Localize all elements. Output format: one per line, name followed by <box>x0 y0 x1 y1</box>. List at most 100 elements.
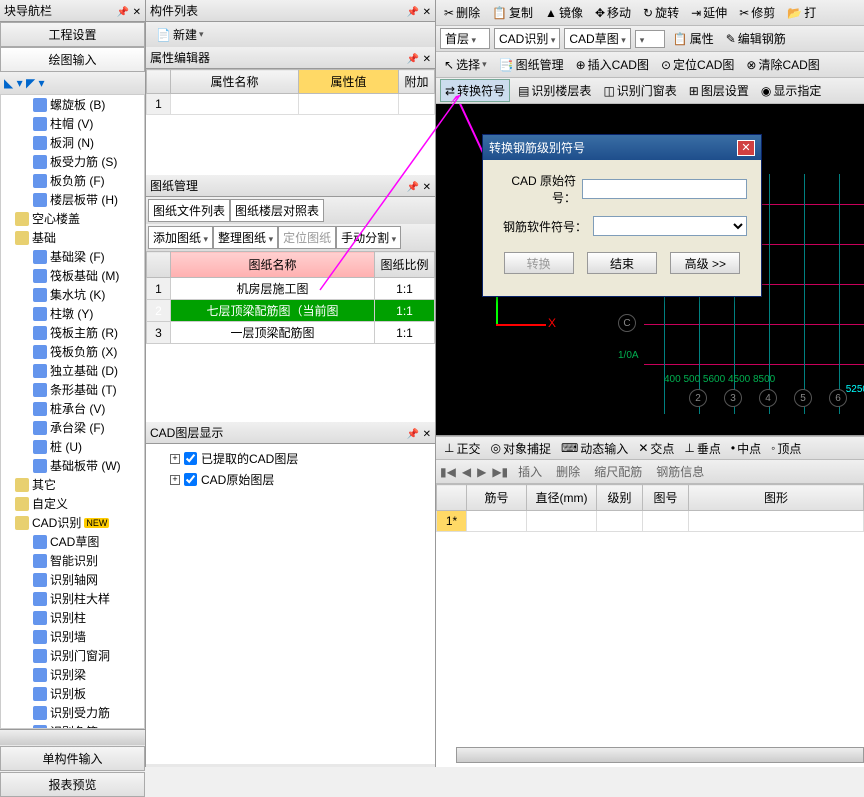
btn-manual-split[interactable]: 手动分割 <box>336 226 401 249</box>
sel-cad-draft[interactable]: CAD草图 <box>564 28 630 49</box>
tree-item[interactable]: 识别负筋 <box>1 722 144 729</box>
tree-item[interactable]: 筏板基础 (M) <box>1 266 144 285</box>
btn-dlg-convert[interactable]: 转换 <box>504 252 574 274</box>
bottom-hscroll[interactable] <box>456 747 864 763</box>
layer-extracted[interactable]: +已提取的CAD图层 <box>154 448 427 469</box>
tree-item[interactable]: 基础板带 (W) <box>1 456 144 475</box>
nav-prev-icon[interactable]: ◀ <box>462 465 471 479</box>
btn-vert[interactable]: ⊥ 垂点 <box>680 438 724 459</box>
tree-item[interactable]: 识别板 <box>1 684 144 703</box>
tree-item[interactable]: 识别梁 <box>1 665 144 684</box>
rb-col-pic[interactable]: 图号 <box>643 485 689 511</box>
btn-props[interactable]: 📋 属性 <box>669 28 718 49</box>
tree-item[interactable]: 基础 <box>1 228 144 247</box>
tree-tb-ic2[interactable]: ◤ ▾ <box>26 76 45 90</box>
tree-item[interactable]: 识别轴网 <box>1 570 144 589</box>
tree-item[interactable]: 识别墙 <box>1 627 144 646</box>
cad-viewport[interactable]: A B C 2 3 4 5 6 400 500 5600 4500 8500 4… <box>436 104 864 436</box>
table-row[interactable]: 2七层顶梁配筋图（当前图1:1 <box>147 300 435 322</box>
rb-cell[interactable] <box>597 511 643 532</box>
rb-col-shape[interactable]: 图形 <box>689 485 864 511</box>
pin-icon[interactable] <box>117 4 129 18</box>
prop-cell-value[interactable] <box>298 94 398 115</box>
layer-cb[interactable] <box>184 452 197 465</box>
btn-organize[interactable]: 整理图纸 <box>213 226 278 249</box>
btn-edit-rebar[interactable]: ✎ 编辑钢筋 <box>722 28 790 49</box>
rb-col-grade[interactable]: 级别 <box>597 485 643 511</box>
new-button[interactable]: 📄 新建 <box>152 24 208 45</box>
tree-item[interactable]: 空心楼盖 <box>1 209 144 228</box>
btn-ortho[interactable]: ⊥ 正交 <box>440 438 484 459</box>
btn-mid[interactable]: • 中点 <box>727 438 765 459</box>
rb-cell[interactable] <box>527 511 597 532</box>
btn-delete[interactable]: ✂ 删除 <box>440 2 484 23</box>
pin-icon[interactable] <box>407 426 419 440</box>
btn-peak[interactable]: ◦ 顶点 <box>767 438 805 459</box>
plus-icon[interactable]: + <box>170 454 180 464</box>
btn-rb-delete[interactable]: 删除 <box>552 461 584 482</box>
btn-rec-door[interactable]: ◫ 识别门窗表 <box>599 80 680 101</box>
btn-layer-set[interactable]: ⊞ 图层设置 <box>685 80 753 101</box>
btn-dyn[interactable]: ⌨ 动态输入 <box>557 438 632 459</box>
tree-item[interactable]: 螺旋板 (B) <box>1 95 144 114</box>
btn-snap[interactable]: ◎ 对象捕捉 <box>486 438 555 459</box>
sel-rebar-symbol[interactable] <box>593 216 747 236</box>
prop-cell-name[interactable] <box>171 94 299 115</box>
btn-mirror[interactable]: ▲ 镜像 <box>541 2 587 23</box>
close-icon[interactable] <box>423 426 431 440</box>
rb-cell[interactable] <box>467 511 527 532</box>
btn-rotate[interactable]: ↻ 旋转 <box>639 2 683 23</box>
tree-item[interactable]: 楼层板带 (H) <box>1 190 144 209</box>
tree-item[interactable]: 柱墩 (Y) <box>1 304 144 323</box>
close-icon[interactable] <box>423 179 431 193</box>
btn-rb-info[interactable]: 钢筋信息 <box>652 461 708 482</box>
tree-item[interactable]: 智能识别 <box>1 551 144 570</box>
btn-rb-scale[interactable]: 缩尺配筋 <box>590 461 646 482</box>
prop-col-name[interactable]: 属性名称 <box>171 70 299 94</box>
tab-engineering[interactable]: 工程设置 <box>0 22 145 47</box>
tree-item[interactable]: 承台梁 (F) <box>1 418 144 437</box>
tab-draw-input[interactable]: 绘图输入 <box>0 47 145 72</box>
sel-floor[interactable]: 首层 <box>440 28 490 49</box>
nav-hscroll[interactable] <box>0 729 145 745</box>
prop-cell-extra[interactable] <box>399 94 435 115</box>
btn-show-spec[interactable]: ◉ 显示指定 <box>757 80 826 101</box>
btn-locate-cad[interactable]: ⊙ 定位CAD图 <box>657 54 738 75</box>
rb-col-dia[interactable]: 直径(mm) <box>527 485 597 511</box>
tree-tb-ic1[interactable]: ◣ ▾ <box>4 76 23 90</box>
layer-cb[interactable] <box>184 473 197 486</box>
pin-icon[interactable] <box>407 51 419 65</box>
tree-item[interactable]: 识别柱大样 <box>1 589 144 608</box>
nav-first-icon[interactable]: ▮◀ <box>440 465 456 479</box>
table-row[interactable]: 3一层顶梁配筋图1:1 <box>147 322 435 344</box>
btn-locate[interactable]: 定位图纸 <box>278 226 336 249</box>
table-row[interactable]: 1机房层施工图1:1 <box>147 278 435 300</box>
tree-item[interactable]: 独立基础 (D) <box>1 361 144 380</box>
btn-convert-symbol[interactable]: ⇄ 转换符号 <box>440 79 510 102</box>
tab-report-preview[interactable]: 报表预览 <box>0 772 145 797</box>
btn-draw-mgmt[interactable]: 📑 图纸管理 <box>495 54 568 75</box>
btn-trim[interactable]: ✂ 修剪 <box>735 2 779 23</box>
tree-item[interactable]: 板负筋 (F) <box>1 171 144 190</box>
prop-col-value[interactable]: 属性值 <box>298 70 398 94</box>
tree-item[interactable]: 筏板负筋 (X) <box>1 342 144 361</box>
tree-item[interactable]: 基础梁 (F) <box>1 247 144 266</box>
close-icon[interactable] <box>423 4 431 18</box>
btn-select[interactable]: ↖ 选择 <box>440 54 491 75</box>
btn-extend[interactable]: ⇥ 延伸 <box>687 2 731 23</box>
draw-col-scale[interactable]: 图纸比例 <box>375 252 435 278</box>
layer-original[interactable]: +CAD原始图层 <box>154 469 427 490</box>
tree-item[interactable]: 桩 (U) <box>1 437 144 456</box>
btn-insert-cad[interactable]: ⊕ 插入CAD图 <box>572 54 653 75</box>
btn-clear-cad[interactable]: ⊗ 清除CAD图 <box>742 54 823 75</box>
close-icon[interactable] <box>133 4 141 18</box>
close-icon[interactable] <box>423 51 431 65</box>
btn-dlg-end[interactable]: 结束 <box>587 252 657 274</box>
tab-floor-map[interactable]: 图纸楼层对照表 <box>230 199 324 222</box>
pin-icon[interactable] <box>407 179 419 193</box>
tree-item[interactable]: 集水坑 (K) <box>1 285 144 304</box>
sel-cad-rec[interactable]: CAD识别 <box>494 28 560 49</box>
btn-rec-floor[interactable]: ▤ 识别楼层表 <box>514 80 595 101</box>
inp-cad-symbol[interactable] <box>582 179 747 199</box>
prop-col-extra[interactable]: 附加 <box>399 70 435 94</box>
